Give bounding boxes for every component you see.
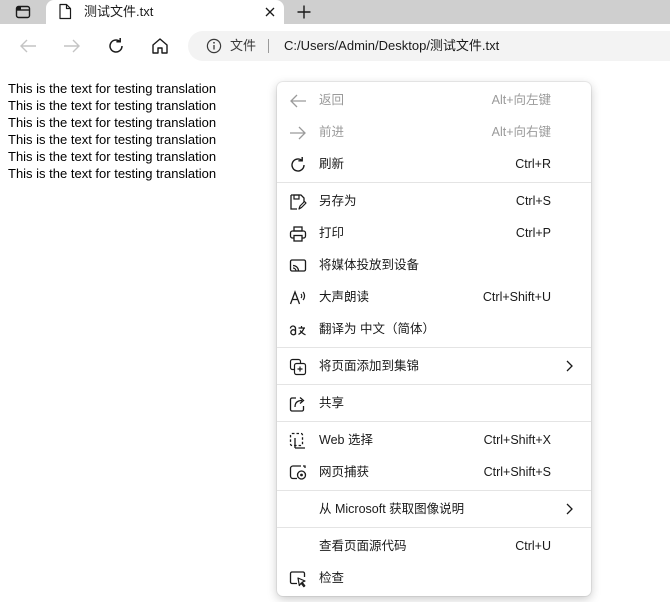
text-line: This is the text for testing translation (8, 115, 217, 130)
menu-item-forward[interactable]: 前进 Alt+向右键 (277, 116, 591, 148)
menu-item-label: 前进 (319, 125, 345, 139)
menu-item-label: 网页捕获 (319, 465, 370, 479)
active-tab[interactable]: 测试文件.txt (46, 0, 284, 24)
menu-item-shortcut: Ctrl+P (515, 226, 551, 240)
arrow-right-icon (64, 39, 80, 53)
context-menu: 返回 Alt+向左键 前进 Alt+向右键 刷新 Ctrl+R 另存为 Ctrl… (277, 82, 591, 596)
menu-item-cast-media[interactable]: 将媒体投放到设备 (277, 249, 591, 281)
refresh-icon (289, 156, 307, 174)
inspect-icon (289, 570, 307, 588)
menu-item-label: 打印 (319, 226, 345, 240)
text-line: This is the text for testing translation (8, 132, 217, 147)
menu-item-shortcut: Ctrl+Shift+S (483, 465, 551, 479)
text-line: This is the text for testing translation (8, 81, 217, 96)
arrow-right-icon (289, 124, 307, 142)
home-button[interactable] (148, 34, 172, 58)
tab-actions-button[interactable] (8, 0, 38, 24)
new-tab-button[interactable] (292, 1, 316, 23)
menu-item-label: 翻译为 中文（简体） (319, 322, 435, 336)
menu-item-label: 检查 (319, 571, 345, 585)
close-icon (265, 7, 275, 17)
text-line: This is the text for testing translation (8, 166, 217, 181)
menu-item-print[interactable]: 打印 Ctrl+P (277, 217, 591, 249)
menu-item-label: 查看页面源代码 (319, 539, 407, 553)
plus-icon (297, 5, 311, 19)
menu-item-web-select[interactable]: Web 选择 Ctrl+Shift+X (277, 424, 591, 456)
text-line: This is the text for testing translation (8, 149, 217, 164)
arrow-left-icon (20, 39, 36, 53)
menu-item-view-source[interactable]: 查看页面源代码 Ctrl+U (277, 530, 591, 562)
collections-icon (289, 358, 307, 376)
menu-item-inspect[interactable]: 检查 (277, 562, 591, 594)
close-tab-button[interactable] (262, 4, 278, 20)
page-content: This is the text for testing translation… (8, 80, 278, 182)
menu-item-label: 另存为 (319, 194, 357, 208)
arrow-left-icon (289, 92, 307, 110)
menu-item-label: Web 选择 (319, 433, 373, 447)
menu-separator (277, 527, 591, 528)
document-icon (58, 3, 72, 20)
tab-strip: 测试文件.txt (0, 0, 670, 24)
menu-item-label: 将媒体投放到设备 (319, 258, 420, 272)
menu-item-back[interactable]: 返回 Alt+向左键 (277, 84, 591, 116)
menu-item-label: 大声朗读 (319, 290, 370, 304)
menu-item-web-capture[interactable]: 网页捕获 Ctrl+Shift+S (277, 456, 591, 488)
menu-item-label: 将页面添加到集锦 (319, 359, 420, 373)
menu-item-label: 共享 (319, 396, 345, 410)
menu-item-shortcut: Ctrl+R (515, 157, 551, 171)
refresh-icon (109, 38, 123, 53)
chevron-right-icon (565, 360, 573, 372)
tab-actions-icon (15, 5, 31, 19)
chevron-right-icon (565, 503, 573, 515)
menu-item-refresh[interactable]: 刷新 Ctrl+R (277, 148, 591, 180)
site-info-label: 文件 (230, 38, 257, 53)
tab-title: 测试文件.txt (84, 4, 154, 19)
print-icon (289, 225, 307, 243)
back-button[interactable] (16, 34, 40, 58)
web-select-icon (289, 432, 307, 450)
menu-separator (277, 384, 591, 385)
menu-item-share[interactable]: 共享 (277, 387, 591, 419)
menu-item-shortcut: Ctrl+U (515, 539, 551, 553)
menu-item-translate[interactable]: 翻译为 中文（简体） (277, 313, 591, 345)
menu-item-shortcut: Ctrl+Shift+X (483, 433, 551, 447)
menu-item-add-to-collections[interactable]: 将页面添加到集锦 (277, 350, 591, 382)
menu-separator (277, 182, 591, 183)
home-icon (152, 38, 168, 54)
share-icon (289, 395, 307, 413)
refresh-button[interactable] (104, 34, 128, 58)
menu-item-shortcut: Ctrl+S (515, 194, 551, 208)
menu-item-shortcut: Alt+向右键 (491, 125, 551, 139)
save-as-icon (289, 193, 307, 211)
menu-separator (277, 421, 591, 422)
menu-separator (277, 490, 591, 491)
menu-item-shortcut: Alt+向左键 (491, 93, 551, 107)
info-icon[interactable] (206, 38, 222, 54)
menu-separator (277, 347, 591, 348)
menu-item-label: 从 Microsoft 获取图像说明 (319, 502, 465, 516)
cast-icon (289, 257, 307, 275)
url-text[interactable]: C:/Users/Admin/Desktop/测试文件.txt (284, 38, 499, 54)
read-aloud-icon (289, 289, 307, 307)
text-line: This is the text for testing translation (8, 98, 217, 113)
menu-item-shortcut: Ctrl+Shift+U (482, 290, 551, 304)
menu-item-save-as[interactable]: 另存为 Ctrl+S (277, 185, 591, 217)
toolbar: 文件 C:/Users/Admin/Desktop/测试文件.txt (0, 24, 670, 68)
forward-button[interactable] (60, 34, 84, 58)
web-capture-icon (289, 464, 307, 482)
translate-icon (289, 321, 307, 339)
menu-item-image-descriptions[interactable]: 从 Microsoft 获取图像说明 (277, 493, 591, 525)
menu-item-label: 返回 (319, 93, 345, 107)
menu-item-label: 刷新 (319, 157, 345, 171)
address-divider (268, 39, 269, 53)
menu-item-read-aloud[interactable]: 大声朗读 Ctrl+Shift+U (277, 281, 591, 313)
address-bar[interactable]: 文件 C:/Users/Admin/Desktop/测试文件.txt (188, 31, 670, 61)
